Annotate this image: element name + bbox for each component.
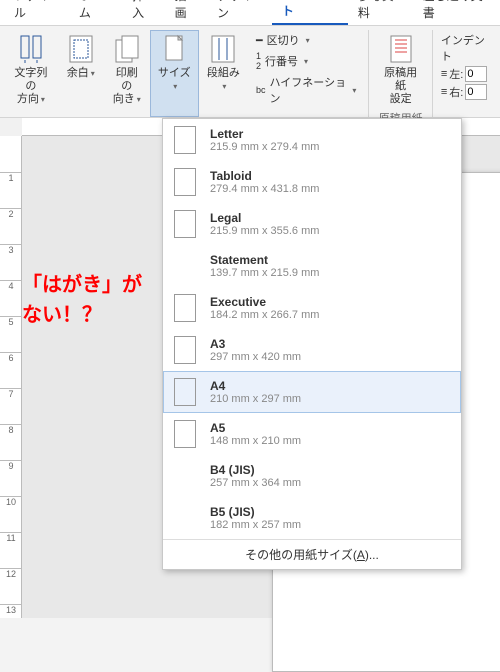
size-option-dimensions: 297 mm x 420 mm <box>210 351 301 363</box>
tab-mailmerge[interactable]: 差し込み文書 <box>413 0 500 25</box>
size-option-name: Letter <box>210 127 319 141</box>
orientation-icon <box>111 33 143 65</box>
indent-right-input[interactable] <box>465 84 487 100</box>
ruler-tick: 10 <box>0 496 22 507</box>
breaks-label: 区切り <box>267 32 300 48</box>
ruler-tick: 13 <box>0 604 22 615</box>
hyphenation-button[interactable]: bc ハイフネーション <box>256 74 356 106</box>
indent-left-input[interactable] <box>465 66 487 82</box>
ruler-tick: 6 <box>0 352 22 363</box>
text-direction-button[interactable]: 文字列の方向 <box>4 30 58 117</box>
ruler-tick: 5 <box>0 316 22 327</box>
text-direction-label: 文字列の方向 <box>11 67 51 107</box>
paper-thumb-icon <box>174 168 196 196</box>
tab-file[interactable]: ファイル <box>4 0 69 25</box>
size-option-executive[interactable]: Executive184.2 mm x 266.7 mm <box>163 287 461 329</box>
annotation-text: 「はがき」が ない！？ <box>22 270 142 330</box>
size-option-name: A5 <box>210 421 301 435</box>
paper-thumb-icon <box>174 294 196 322</box>
size-option-dimensions: 148 mm x 210 mm <box>210 435 301 447</box>
size-option-b5-jis-[interactable]: B5 (JIS)182 mm x 257 mm <box>163 497 461 539</box>
tab-home[interactable]: ホーム <box>69 0 122 25</box>
size-option-legal[interactable]: Legal215.9 mm x 355.6 mm <box>163 203 461 245</box>
breaks-icon: ━ <box>256 34 263 47</box>
size-icon <box>158 33 190 65</box>
paper-thumb-icon <box>174 420 196 448</box>
orientation-label: 印刷の向き <box>111 67 143 107</box>
ruler-tick: 7 <box>0 388 22 399</box>
manuscript-icon <box>385 33 417 65</box>
columns-icon <box>207 33 239 65</box>
size-option-name: A3 <box>210 337 301 351</box>
ruler-tick: 8 <box>0 424 22 435</box>
orientation-button[interactable]: 印刷の向き <box>104 30 150 117</box>
size-option-dimensions: 210 mm x 297 mm <box>210 393 301 405</box>
size-option-name: B4 (JIS) <box>210 463 301 477</box>
margins-label: 余白 <box>67 67 95 80</box>
ruler-tick: 9 <box>0 460 22 471</box>
size-button[interactable]: サイズ <box>150 30 199 117</box>
tab-design[interactable]: デザイン <box>207 0 272 25</box>
vertical-ruler[interactable]: 12345678910111213 <box>0 136 22 618</box>
size-option-dimensions: 257 mm x 364 mm <box>210 477 301 489</box>
size-option-b4-jis-[interactable]: B4 (JIS)257 mm x 364 mm <box>163 455 461 497</box>
size-option-dimensions: 139.7 mm x 215.9 mm <box>210 267 319 279</box>
more-paper-sizes[interactable]: その他の用紙サイズ(A)... <box>163 539 461 569</box>
paper-thumb-icon <box>174 336 196 364</box>
ruler-tick: 3 <box>0 244 22 255</box>
size-option-name: Statement <box>210 253 319 267</box>
size-option-tabloid[interactable]: Tabloid279.4 mm x 431.8 mm <box>163 161 461 203</box>
ribbon: 文字列の方向 余白 印刷の向き サイズ <box>0 26 500 118</box>
indent-right-icon: ≡ <box>441 86 447 98</box>
size-option-name: A4 <box>210 379 301 393</box>
indent-left-label: 左: <box>449 66 463 82</box>
size-option-a3[interactable]: A3297 mm x 420 mm <box>163 329 461 371</box>
ruler-tick: 11 <box>0 532 22 543</box>
tab-insert[interactable]: 挿入 <box>122 0 164 25</box>
size-option-a5[interactable]: A5148 mm x 210 mm <box>163 413 461 455</box>
indent-title: インデント <box>441 32 492 64</box>
indent-left-icon: ≡ <box>441 68 447 80</box>
size-option-dimensions: 184.2 mm x 266.7 mm <box>210 309 319 321</box>
margins-icon <box>65 33 97 65</box>
size-option-dimensions: 215.9 mm x 355.6 mm <box>210 225 319 237</box>
columns-label: 段組み <box>206 67 241 93</box>
tab-layout[interactable]: レイアウト <box>272 0 348 25</box>
size-option-statement[interactable]: Statement139.7 mm x 215.9 mm <box>163 245 461 287</box>
size-option-dimensions: 215.9 mm x 279.4 mm <box>210 141 319 153</box>
manuscript-button[interactable]: 原稿用紙設定 <box>373 30 427 110</box>
paper-thumb-icon <box>174 378 196 406</box>
paper-thumb-icon <box>174 210 196 238</box>
size-option-name: Tabloid <box>210 169 319 183</box>
ruler-tick: 12 <box>0 568 22 579</box>
text-direction-icon <box>15 33 47 65</box>
breaks-button[interactable]: ━ 区切り <box>256 32 356 48</box>
paper-thumb-icon <box>174 126 196 154</box>
line-numbers-label: 行番号 <box>265 53 298 69</box>
columns-button[interactable]: 段組み <box>199 30 248 117</box>
hyphenation-label: ハイフネーション <box>270 74 347 106</box>
hyphenation-icon: bc <box>256 85 266 95</box>
size-option-dimensions: 279.4 mm x 431.8 mm <box>210 183 319 195</box>
size-label: サイズ <box>157 67 192 93</box>
manuscript-label: 原稿用紙設定 <box>380 67 420 107</box>
tab-reference[interactable]: 参考資料 <box>348 0 413 25</box>
tab-draw[interactable]: 描画 <box>165 0 207 25</box>
ruler-tick: 4 <box>0 280 22 291</box>
size-option-name: Legal <box>210 211 319 225</box>
size-option-letter[interactable]: Letter215.9 mm x 279.4 mm <box>163 119 461 161</box>
line-numbers-button[interactable]: 12 行番号 <box>256 51 356 71</box>
size-option-a4[interactable]: A4210 mm x 297 mm <box>163 371 461 413</box>
ruler-tick: 2 <box>0 208 22 219</box>
line-numbers-icon: 12 <box>256 51 261 71</box>
size-option-dimensions: 182 mm x 257 mm <box>210 519 301 531</box>
ribbon-tabs: ファイル ホーム 挿入 描画 デザイン レイアウト 参考資料 差し込み文書 <box>0 0 500 26</box>
margins-button[interactable]: 余白 <box>58 30 104 117</box>
size-option-name: B5 (JIS) <box>210 505 301 519</box>
size-option-name: Executive <box>210 295 319 309</box>
indent-right-label: 右: <box>449 84 463 100</box>
ruler-tick: 1 <box>0 172 22 183</box>
size-dropdown: Letter215.9 mm x 279.4 mmTabloid279.4 mm… <box>162 118 462 570</box>
